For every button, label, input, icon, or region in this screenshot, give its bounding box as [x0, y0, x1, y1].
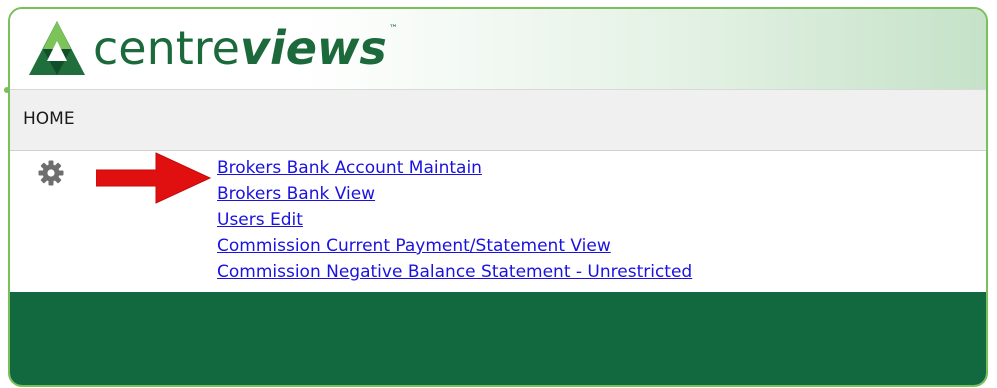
logo-wordmark-light: centre	[93, 21, 240, 75]
logo-trademark: ™	[388, 24, 398, 34]
link-commission-negative-balance-statement[interactable]: Commission Negative Balance Statement - …	[217, 262, 692, 282]
menu-content: Brokers Bank Account Maintain Brokers Ba…	[10, 151, 986, 292]
centreviews-logo[interactable]: centreviews ™	[27, 15, 398, 81]
nav-home-link[interactable]: HOME	[23, 109, 75, 129]
menu-link-list: Brokers Bank Account Maintain Brokers Ba…	[217, 155, 692, 285]
link-brokers-bank-view[interactable]: Brokers Bank View	[217, 184, 375, 204]
app-header: centreviews ™	[10, 9, 986, 89]
list-item: Users Edit	[217, 207, 692, 233]
list-item: Brokers Bank View	[217, 181, 692, 207]
list-item: Commission Current Payment/Statement Vie…	[217, 233, 692, 259]
list-item: Brokers Bank Account Maintain	[217, 155, 692, 181]
logo-wordmark-bold: views	[239, 21, 387, 75]
app-window: centreviews ™ HOME Brokers Bank Account …	[8, 7, 988, 387]
red-arrow-icon	[96, 152, 212, 204]
logo-wordmark: centreviews ™	[93, 24, 398, 72]
footer-band	[10, 292, 986, 385]
gear-icon[interactable]	[38, 160, 64, 186]
list-item: Commission Negative Balance Statement - …	[217, 259, 692, 285]
link-brokers-bank-account-maintain[interactable]: Brokers Bank Account Maintain	[217, 158, 482, 178]
link-users-edit[interactable]: Users Edit	[217, 210, 303, 230]
link-commission-current-payment-statement-view[interactable]: Commission Current Payment/Statement Vie…	[217, 236, 611, 256]
nav-bar: HOME	[10, 89, 986, 151]
logo-triangle-icon	[29, 21, 85, 75]
